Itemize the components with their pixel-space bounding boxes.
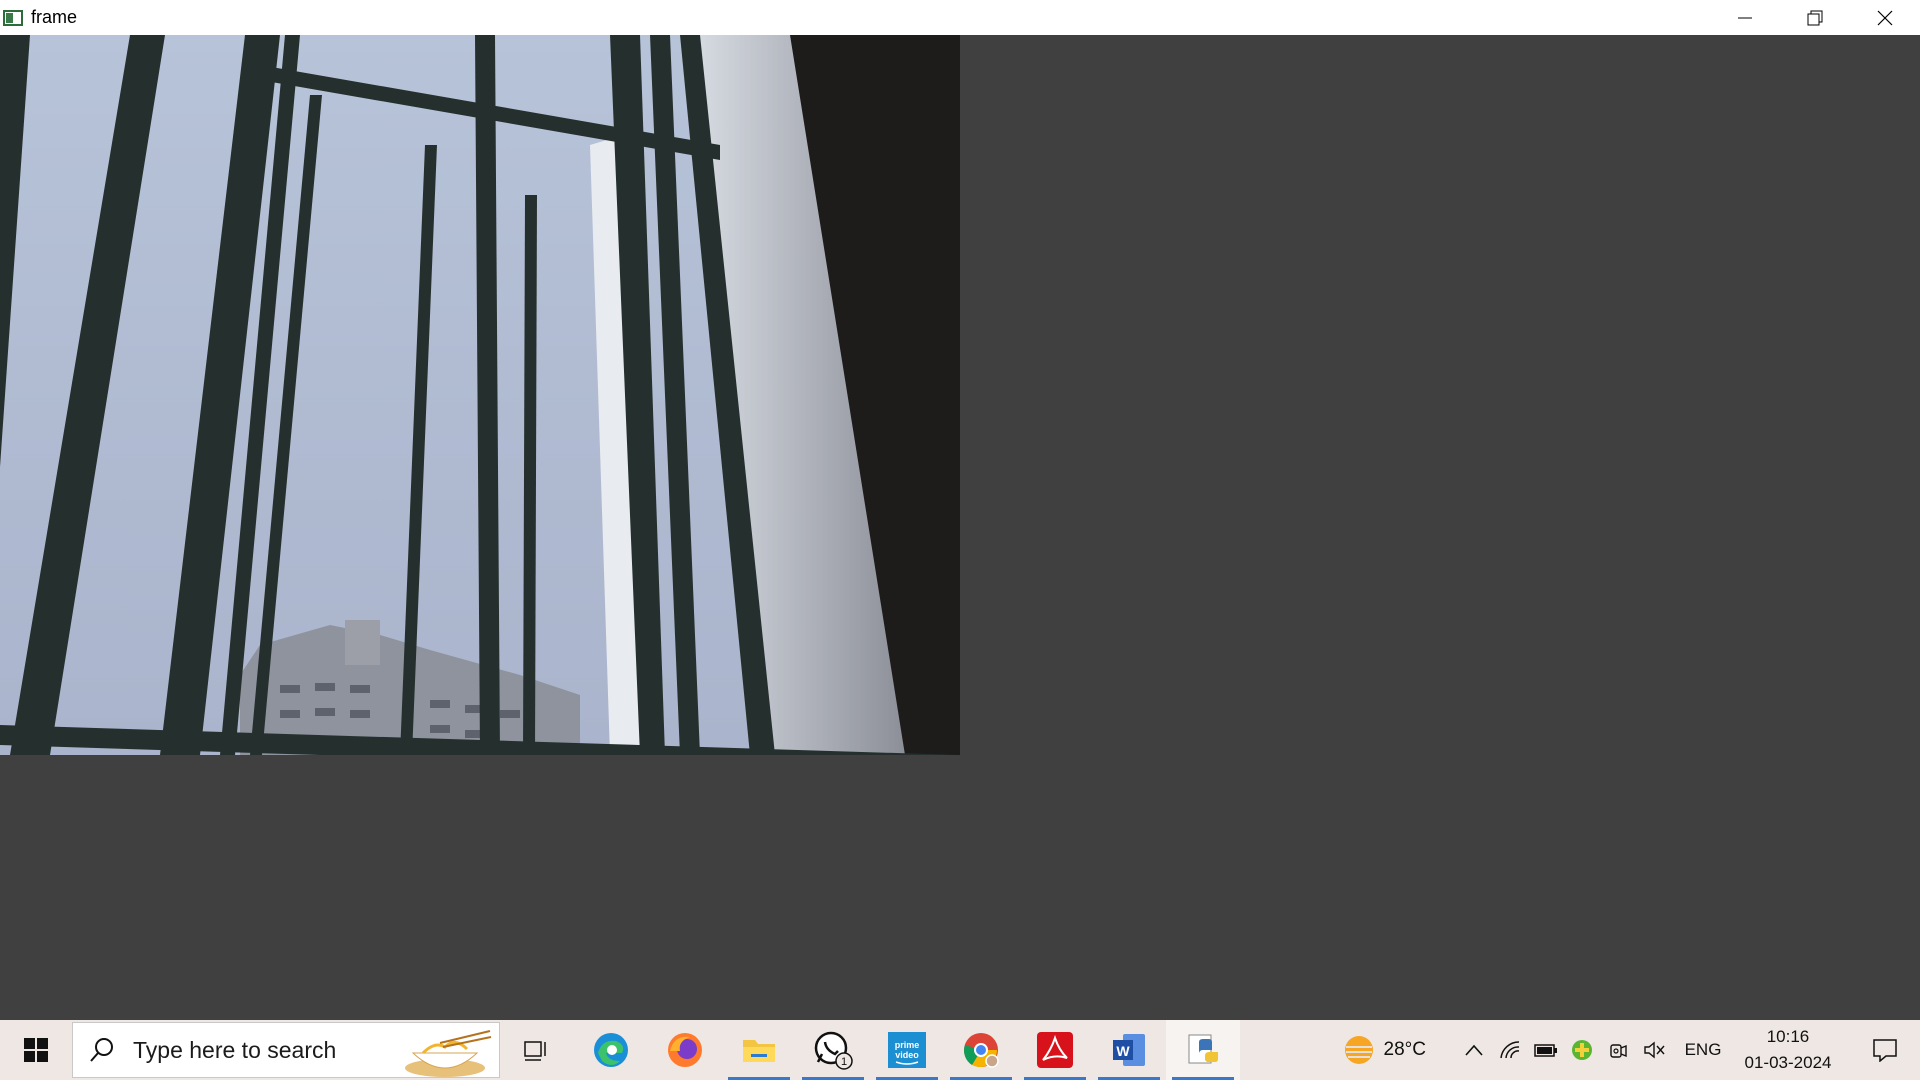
- svg-text:W: W: [1116, 1043, 1130, 1059]
- taskbar-whatsapp[interactable]: 1: [796, 1020, 870, 1080]
- weather-sun-haze-icon: [1344, 1036, 1373, 1064]
- python-icon: [1188, 1034, 1218, 1064]
- taskbar-python[interactable]: [1166, 1020, 1240, 1080]
- window-controls: [1710, 0, 1920, 35]
- whatsapp-badge: 1: [841, 1056, 847, 1068]
- folder-icon: [743, 1040, 775, 1062]
- start-button[interactable]: [0, 1020, 72, 1080]
- title-bar[interactable]: frame: [0, 0, 1920, 35]
- edge-icon: [594, 1033, 628, 1067]
- show-hidden-icons-button[interactable]: [1456, 1020, 1492, 1080]
- chrome-icon: [964, 1033, 999, 1068]
- volume-muted-icon: [1644, 1041, 1665, 1059]
- taskbar-prime-video[interactable]: prime video: [870, 1020, 944, 1080]
- svg-text:prime: prime: [895, 1040, 920, 1050]
- taskbar-firefox[interactable]: [648, 1020, 722, 1080]
- battery-icon: [1534, 1044, 1557, 1057]
- task-view-button[interactable]: [500, 1020, 574, 1080]
- notification-icon: [1873, 1039, 1897, 1062]
- green-plus-icon: [1572, 1040, 1592, 1060]
- taskbar-edge[interactable]: [574, 1020, 648, 1080]
- windows-icon: [24, 1038, 48, 1062]
- system-tray: 28°C ENG 10:16 01-03-2024: [1342, 1020, 1920, 1080]
- notifications-button[interactable]: [1850, 1020, 1920, 1080]
- noodle-bowl-icon: [405, 1030, 492, 1077]
- clock-date: 01-03-2024: [1744, 1053, 1832, 1072]
- svg-text:video: video: [895, 1050, 919, 1060]
- taskbar-search[interactable]: Type here to search: [72, 1022, 500, 1078]
- chevron-up-icon: [1465, 1044, 1483, 1056]
- taskbar-word[interactable]: W: [1092, 1020, 1166, 1080]
- search-icon: [90, 1038, 113, 1062]
- close-button[interactable]: [1850, 0, 1920, 35]
- prime-video-icon: prime video: [888, 1032, 926, 1068]
- battery-button[interactable]: [1528, 1020, 1564, 1080]
- input-language[interactable]: ENG: [1678, 1020, 1728, 1080]
- frame-window: frame: [0, 0, 1920, 1020]
- taskbar-chrome[interactable]: [944, 1020, 1018, 1080]
- weather-temperature: 28°C: [1383, 1039, 1426, 1060]
- camera-frame-image: [0, 35, 960, 755]
- taskbar: Type here to search 1 prime video W 28°C…: [0, 1020, 1920, 1080]
- task-view-icon: [524, 1041, 546, 1061]
- clock-time: 10:16: [1766, 1027, 1810, 1046]
- camera-in-use-icon: [1610, 1044, 1627, 1058]
- minimize-button[interactable]: [1710, 0, 1780, 35]
- restore-icon: [1807, 10, 1823, 25]
- taskbar-acrobat[interactable]: [1018, 1020, 1092, 1080]
- close-icon: [1877, 10, 1893, 25]
- wifi-icon: [1500, 1041, 1520, 1059]
- volume-button[interactable]: [1636, 1020, 1672, 1080]
- window-title: frame: [31, 7, 78, 27]
- word-icon: W: [1113, 1034, 1145, 1066]
- taskbar-file-explorer[interactable]: [722, 1020, 796, 1080]
- tray-app-button[interactable]: [1564, 1020, 1600, 1080]
- clock[interactable]: 10:16 01-03-2024: [1738, 1020, 1838, 1080]
- search-placeholder: Type here to search: [133, 1036, 337, 1063]
- acrobat-icon: [1037, 1032, 1073, 1068]
- restore-button[interactable]: [1780, 0, 1850, 35]
- camera-tray-button[interactable]: [1600, 1020, 1636, 1080]
- whatsapp-icon: 1: [814, 1031, 853, 1070]
- network-button[interactable]: [1492, 1020, 1528, 1080]
- firefox-icon: [668, 1033, 702, 1067]
- weather-widget[interactable]: 28°C: [1342, 1020, 1426, 1080]
- minimize-icon: [1738, 17, 1752, 18]
- app-icon: [3, 9, 23, 27]
